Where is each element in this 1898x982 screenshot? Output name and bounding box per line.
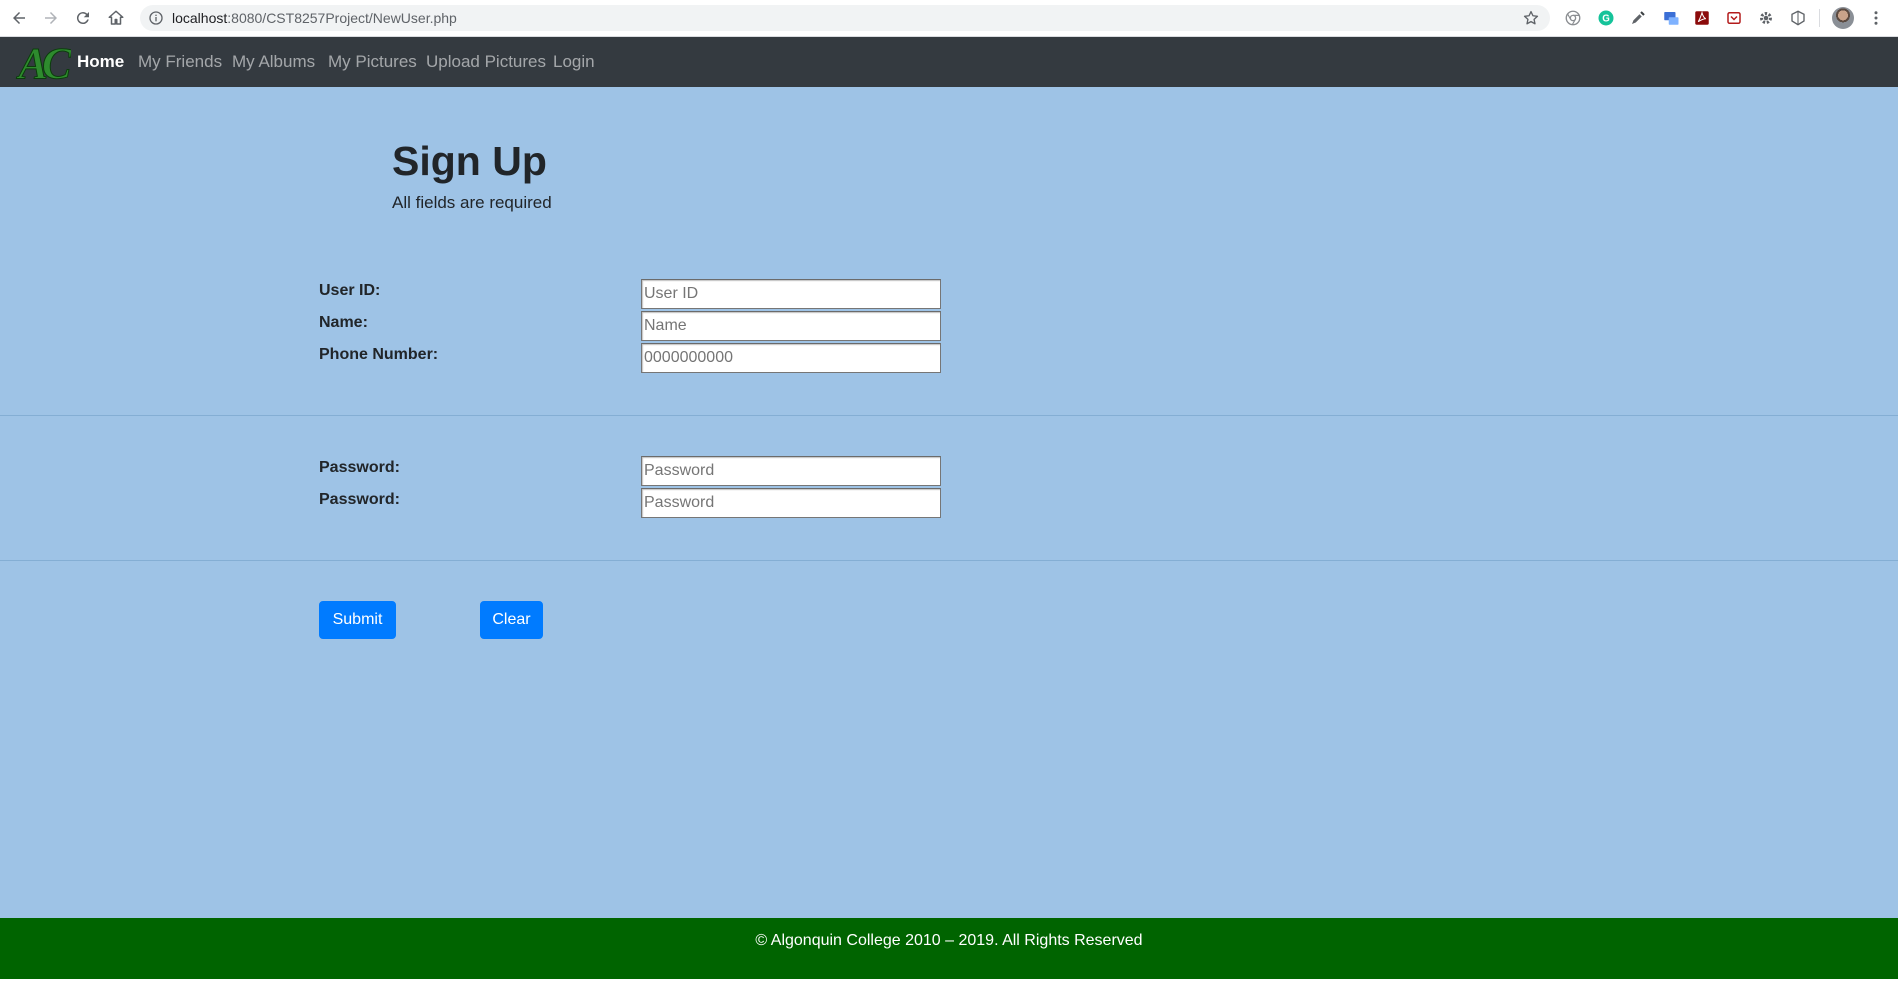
- back-icon[interactable]: [7, 6, 31, 30]
- forward-icon[interactable]: [39, 6, 63, 30]
- screenshot-extension-icon[interactable]: [1661, 8, 1681, 28]
- nav-my-pictures[interactable]: My Pictures: [328, 52, 417, 72]
- password-label: Password:: [319, 459, 400, 476]
- user-id-input[interactable]: [641, 279, 941, 309]
- pocket-icon[interactable]: [1724, 8, 1744, 28]
- algonquin-logo[interactable]: AC: [13, 40, 71, 84]
- info-icon[interactable]: [148, 10, 164, 26]
- reload-icon[interactable]: [71, 6, 95, 30]
- phone-number-input[interactable]: [641, 343, 941, 373]
- site-navbar: AC Home My Friends My Albums My Pictures…: [0, 37, 1898, 87]
- section-divider: [0, 560, 1898, 561]
- name-label: Name:: [319, 314, 368, 331]
- profile-avatar[interactable]: [1832, 7, 1854, 29]
- eyedropper-icon[interactable]: [1628, 8, 1648, 28]
- menu-icon[interactable]: [1866, 8, 1886, 28]
- nav-my-albums[interactable]: My Albums: [232, 52, 315, 72]
- bookmark-star-icon[interactable]: [1522, 9, 1540, 27]
- nav-home[interactable]: Home: [77, 52, 124, 72]
- section-divider: [0, 415, 1898, 416]
- page-title: Sign Up: [392, 138, 547, 184]
- password-input[interactable]: [641, 456, 941, 486]
- shield-extension-icon[interactable]: [1788, 8, 1808, 28]
- chrome-extension-icon[interactable]: [1563, 8, 1583, 28]
- page-footer: © Algonquin College 2010 – 2019. All Rig…: [0, 918, 1898, 979]
- nav-login[interactable]: Login: [553, 52, 595, 72]
- toolbar-divider: [1819, 9, 1820, 27]
- footer-copyright: © Algonquin College 2010 – 2019. All Rig…: [755, 932, 1143, 949]
- phone-number-label: Phone Number:: [319, 346, 439, 363]
- page-subtitle: All fields are required: [392, 193, 552, 212]
- url-host: localhost: [172, 10, 228, 26]
- clear-button[interactable]: Clear: [480, 601, 543, 639]
- logo-text: AC: [16, 40, 71, 84]
- nav-my-friends[interactable]: My Friends: [138, 52, 222, 72]
- grammarly-icon[interactable]: G: [1596, 8, 1616, 28]
- home-icon[interactable]: [104, 6, 128, 30]
- nav-upload-pictures[interactable]: Upload Pictures: [426, 52, 546, 72]
- confirm-password-input[interactable]: [641, 488, 941, 518]
- user-id-label: User ID:: [319, 282, 381, 299]
- url-text[interactable]: localhost:8080/CST8257Project/NewUser.ph…: [172, 10, 457, 26]
- address-bar[interactable]: localhost:8080/CST8257Project/NewUser.ph…: [140, 5, 1550, 31]
- confirm-password-label: Password:: [319, 491, 400, 508]
- url-path: :8080/CST8257Project/NewUser.php: [227, 10, 457, 26]
- submit-button[interactable]: Submit: [319, 601, 396, 639]
- gear-extension-icon[interactable]: [1756, 8, 1776, 28]
- browser-toolbar: localhost:8080/CST8257Project/NewUser.ph…: [0, 0, 1898, 37]
- name-input[interactable]: [641, 311, 941, 341]
- pdf-icon[interactable]: [1692, 8, 1712, 28]
- svg-text:G: G: [1602, 13, 1610, 24]
